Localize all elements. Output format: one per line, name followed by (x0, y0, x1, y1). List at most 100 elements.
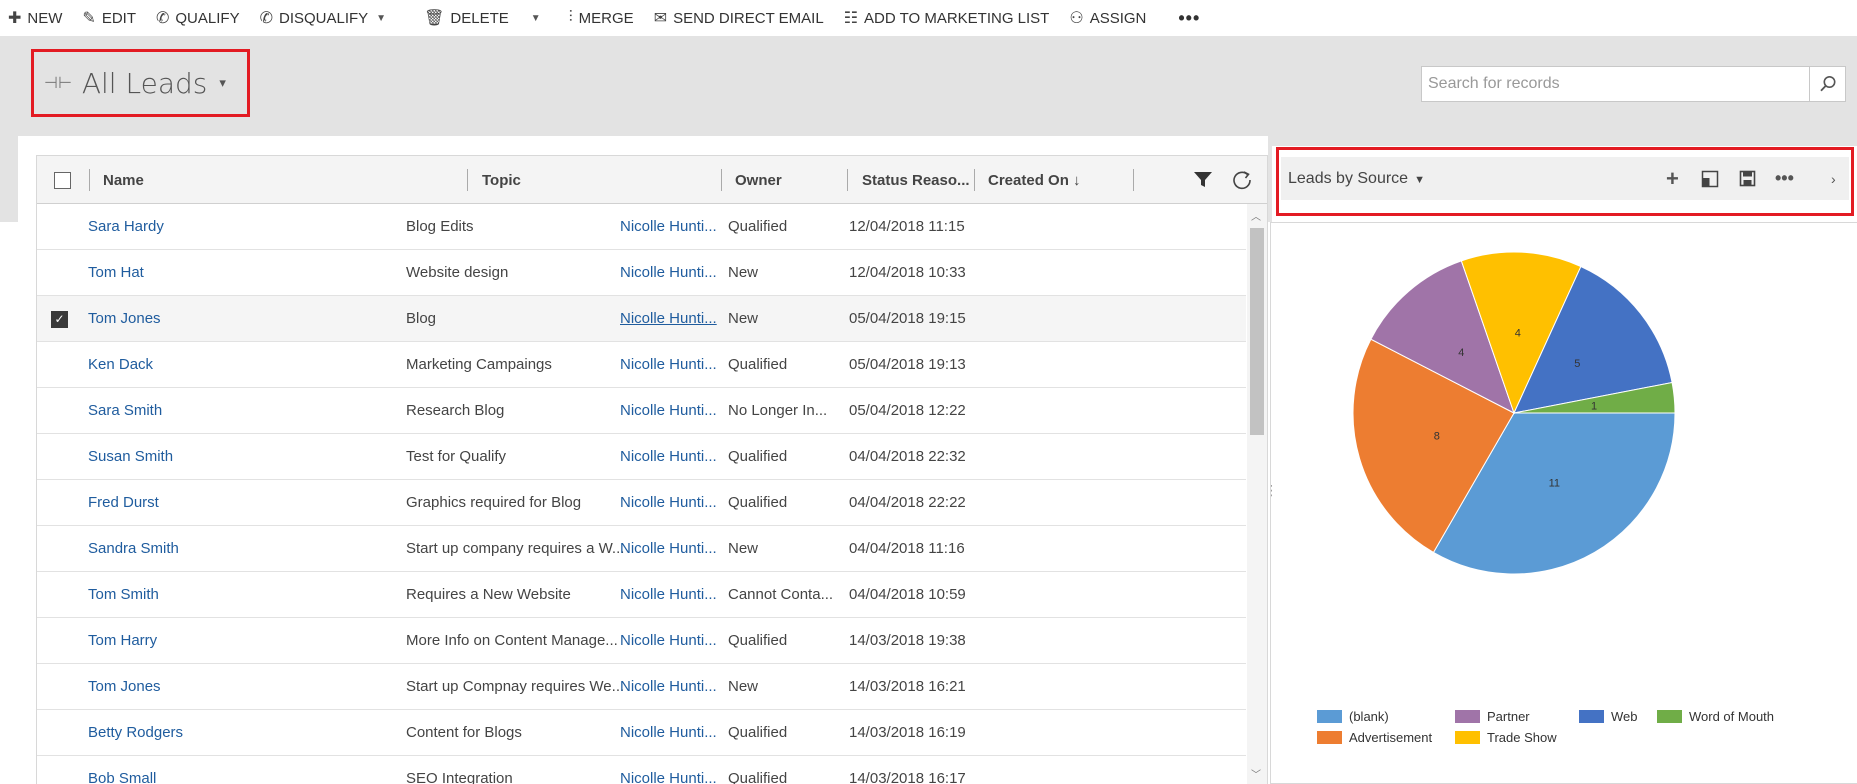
owner-link[interactable]: Nicolle Hunti... (620, 664, 717, 710)
column-header-owner[interactable]: Owner (735, 156, 782, 204)
new-chart-button[interactable]: + (1666, 157, 1679, 200)
topic-cell: Requires a New Website (406, 586, 571, 603)
legend-label: Web (1611, 709, 1638, 724)
filter-button[interactable] (1193, 156, 1213, 204)
scroll-down-icon[interactable]: ﹀ (1251, 766, 1261, 781)
owner-link[interactable]: Nicolle Hunti... (620, 710, 717, 756)
owner-link[interactable]: Nicolle Hunti... (620, 342, 717, 388)
select-all-checkbox[interactable] (54, 171, 71, 189)
search-button[interactable] (1809, 67, 1845, 101)
envelope-icon: ✉ (653, 10, 668, 27)
owner-link[interactable]: Nicolle Hunti... (620, 618, 717, 664)
lead-name-link[interactable]: Susan Smith (88, 434, 173, 480)
status-reason-cell: Qualified (728, 724, 788, 741)
row-checkbox[interactable]: ✓ (51, 296, 68, 342)
table-row[interactable]: ✓ Tom Jones Blog Nicolle Hunti... New 05/04/2… (37, 296, 1246, 342)
expand-chart-button[interactable] (1701, 157, 1719, 200)
view-selector[interactable]: ⊣⊢ All Leads ▾ (31, 49, 250, 117)
lead-name-link[interactable]: Tom Jones (88, 664, 161, 710)
legend-item[interactable]: Trade Show (1455, 730, 1557, 745)
owner-link[interactable]: Nicolle Hunti... (620, 526, 717, 572)
status-reason-cell: New (728, 310, 759, 327)
checkbox-checked-icon[interactable]: ✓ (51, 310, 68, 328)
column-header-name[interactable]: Name (103, 156, 144, 204)
lead-name-link[interactable]: Betty Rodgers (88, 710, 183, 756)
lead-name-link[interactable]: Sandra Smith (88, 526, 179, 572)
chevron-down-icon: ▼ (1414, 173, 1425, 186)
table-row[interactable]: Tom Hat Website design Nicolle Hunti... New… (37, 250, 1246, 296)
legend-item[interactable]: Web (1579, 709, 1638, 724)
column-separator[interactable] (89, 169, 90, 191)
legend-item[interactable]: Partner (1455, 709, 1530, 724)
owner-link[interactable]: Nicolle Hunti... (620, 480, 717, 526)
scroll-up-icon[interactable]: ︿ (1251, 208, 1261, 223)
legend-label: Partner (1487, 709, 1530, 724)
owner-link[interactable]: Nicolle Hunti... (620, 204, 717, 250)
legend-item[interactable]: (blank) (1317, 709, 1389, 724)
table-row[interactable]: Sara Hardy Blog Edits Nicolle Hunti... Qual… (37, 204, 1246, 250)
send-direct-email-button[interactable]: ✉ SEND DIRECT EMAIL (644, 0, 834, 36)
owner-link[interactable]: Nicolle Hunti... (620, 296, 717, 342)
owner-link[interactable]: Nicolle Hunti... (620, 756, 717, 784)
lead-name-link[interactable]: Tom Harry (88, 618, 157, 664)
legend-swatch (1579, 710, 1604, 723)
lead-name-link[interactable]: Tom Hat (88, 250, 144, 296)
table-row[interactable]: Sara Smith Research Blog Nicolle Hunti... N… (37, 388, 1246, 434)
merge-icon: ⫶ (568, 9, 573, 26)
legend-item[interactable]: Advertisement (1317, 730, 1432, 745)
add-to-marketing-list-button[interactable]: ☷ ADD TO MARKETING LIST (834, 0, 1060, 36)
view-title: All Leads (81, 66, 208, 100)
lead-name-link[interactable]: Sara Smith (88, 388, 162, 434)
table-row[interactable]: Betty Rodgers Content for Blogs Nicolle Hu… (37, 710, 1246, 756)
table-row[interactable]: Sandra Smith Start up company requires a … (37, 526, 1246, 572)
more-commands-button[interactable]: ••• (1168, 0, 1210, 36)
chevron-down-icon[interactable]: ▼ (531, 13, 541, 24)
qualify-button[interactable]: ✆ QUALIFY (146, 0, 250, 36)
chart-selector[interactable]: Leads by Source ▼ (1288, 170, 1425, 188)
legend-item[interactable]: Word of Mouth (1657, 709, 1774, 724)
lead-name-link[interactable]: Fred Durst (88, 480, 159, 526)
pin-icon[interactable]: ⊣⊢ (44, 73, 72, 93)
owner-link[interactable]: Nicolle Hunti... (620, 572, 717, 618)
column-separator[interactable] (721, 169, 722, 191)
search-input[interactable] (1422, 67, 1809, 101)
assign-button[interactable]: ⚇ ASSIGN (1059, 0, 1156, 36)
disqualify-label: DISQUALIFY (278, 9, 369, 27)
merge-button[interactable]: ⫶ MERGE (559, 0, 644, 36)
table-row[interactable]: Tom Jones Start up Compnay requires We...… (37, 664, 1246, 710)
table-row[interactable]: Ken Dack Marketing Campaings Nicolle Hunti… (37, 342, 1246, 388)
column-header-created-on[interactable]: Created On ↓ (988, 156, 1081, 204)
disqualify-button[interactable]: ✆ DISQUALIFY ▼ (250, 0, 397, 36)
owner-link[interactable]: Nicolle Hunti... (620, 434, 717, 480)
column-header-topic[interactable]: Topic (482, 156, 521, 204)
topic-cell: Start up Compnay requires We... (406, 678, 625, 695)
column-separator[interactable] (1133, 169, 1134, 191)
column-separator[interactable] (467, 169, 468, 191)
delete-button[interactable]: 🗑 DELETE ▼ (414, 0, 551, 36)
column-separator[interactable] (847, 169, 848, 191)
chart-more-button[interactable]: ••• (1775, 157, 1794, 200)
legend-label: Advertisement (1349, 730, 1433, 745)
lead-name-link[interactable]: Ken Dack (88, 342, 153, 388)
table-row[interactable]: Tom Harry More Info on Content Manage... N… (37, 618, 1246, 664)
edit-button[interactable]: ✎ EDIT (72, 0, 146, 36)
lead-name-link[interactable]: Sara Hardy (88, 204, 164, 250)
column-separator[interactable] (974, 169, 975, 191)
table-row[interactable]: Fred Durst Graphics required for Blog Nico… (37, 480, 1246, 526)
lead-name-link[interactable]: Tom Smith (88, 572, 159, 618)
table-row[interactable]: Bob Small SEO Integration Nicolle Hunti...… (37, 756, 1246, 784)
owner-link[interactable]: Nicolle Hunti... (620, 388, 717, 434)
chart-area: 11 8 4 4 5 1 (1270, 222, 1857, 784)
table-row[interactable]: Susan Smith Test for Qualify Nicolle Hunti… (37, 434, 1246, 480)
lead-name-link[interactable]: Tom Jones (88, 296, 161, 342)
lead-name-link[interactable]: Bob Small (88, 756, 156, 784)
save-chart-button[interactable] (1739, 157, 1756, 200)
command-bar: ✚ NEW ✎ EDIT ✆ QUALIFY ✆ DISQUALIFY ▼ 🗑 DELETE… (0, 0, 1857, 36)
new-button[interactable]: ✚ NEW (0, 0, 72, 36)
refresh-button[interactable] (1231, 156, 1253, 204)
scrollbar-thumb[interactable] (1250, 228, 1264, 435)
column-header-status-reason[interactable]: Status Reaso... (862, 156, 970, 204)
table-row[interactable]: Tom Smith Requires a New Website Nicolle H… (37, 572, 1246, 618)
collapse-chart-button[interactable]: › (1831, 157, 1836, 200)
owner-link[interactable]: Nicolle Hunti... (620, 250, 717, 296)
